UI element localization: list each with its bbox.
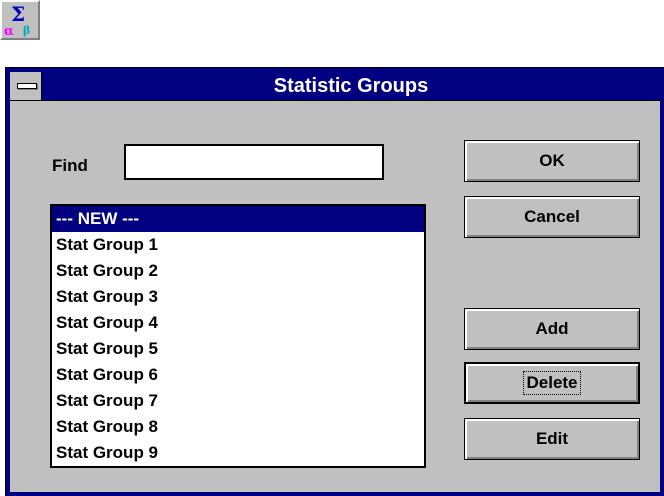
svg-text:β: β [23, 24, 30, 37]
find-input[interactable] [124, 144, 384, 180]
svg-text:α: α [4, 24, 14, 38]
delete-button-label: Delete [523, 371, 581, 395]
list-item[interactable]: Stat Group 8 [52, 414, 424, 440]
statistic-groups-dialog: Statistic Groups Find --- NEW --- Stat G… [5, 67, 664, 496]
stat-group-list[interactable]: --- NEW --- Stat Group 1 Stat Group 2 St… [50, 204, 426, 468]
list-item[interactable]: Stat Group 1 [52, 232, 424, 258]
list-item[interactable]: --- NEW --- [52, 206, 424, 232]
edit-button[interactable]: Edit [464, 418, 640, 460]
ok-button[interactable]: OK [464, 140, 640, 182]
app-icon[interactable]: Σ α β [0, 0, 40, 40]
title-bar[interactable]: Statistic Groups [10, 72, 660, 101]
list-item[interactable]: Stat Group 4 [52, 310, 424, 336]
dialog-title: Statistic Groups [273, 75, 429, 97]
list-item[interactable]: Stat Group 2 [52, 258, 424, 284]
list-item[interactable]: Stat Group 5 [52, 336, 424, 362]
add-button[interactable]: Add [464, 308, 640, 350]
system-menu-icon[interactable] [10, 72, 42, 100]
list-item[interactable]: Stat Group 7 [52, 388, 424, 414]
find-label: Find [52, 156, 88, 175]
cancel-button[interactable]: Cancel [464, 196, 640, 238]
delete-button[interactable]: Delete [464, 362, 640, 404]
list-item[interactable]: Stat Group 3 [52, 284, 424, 310]
sigma-alpha-beta-icon: Σ α β [4, 2, 30, 38]
svg-text:Σ: Σ [11, 2, 25, 26]
list-item[interactable]: Stat Group 9 [52, 440, 424, 466]
list-item[interactable]: Stat Group 6 [52, 362, 424, 388]
